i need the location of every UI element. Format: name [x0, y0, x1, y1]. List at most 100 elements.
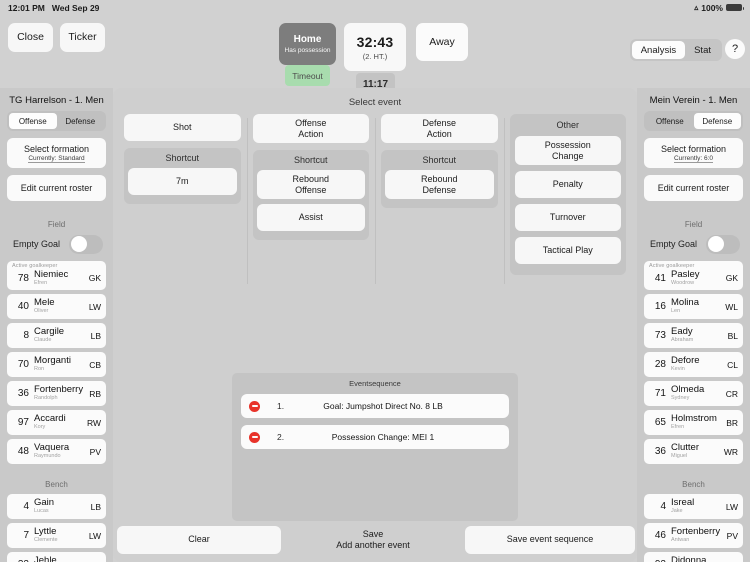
player-row[interactable]: 65 Holmstrom Efren BR [644, 410, 743, 435]
event-sequence-row[interactable]: 2. Possession Change: MEI 1 [241, 425, 509, 449]
rebound-offense-button[interactable]: Rebound Offense [256, 170, 365, 199]
turnover-button[interactable]: Turnover [514, 204, 621, 231]
event-column-offense: Offense Action Shortcut Rebound Offense … [246, 114, 376, 284]
remove-circle-icon[interactable] [249, 400, 260, 412]
right-tab-offense[interactable]: Offense [646, 113, 694, 129]
right-tab-defense[interactable]: Defense [693, 113, 741, 129]
left-edit-roster-button[interactable]: Edit current roster [7, 175, 106, 201]
player-row[interactable]: 28 Defore Kevin CL [644, 352, 743, 377]
event-sequence-list: 1. Goal: Jumpshot Direct No. 8 LB 2. Posses… [241, 394, 509, 449]
player-firstname: Efren [671, 424, 685, 431]
right-edit-roster-button[interactable]: Edit current roster [644, 175, 743, 201]
player-position: LW [88, 530, 101, 541]
defense-action-button[interactable]: Defense Action [381, 114, 498, 143]
right-empty-goal-toggle[interactable]: Empty Goal [644, 234, 743, 254]
tab-analysis[interactable]: Analysis [631, 41, 686, 59]
left-formation-label: Select formation [23, 143, 90, 154]
player-number: 97 [17, 417, 29, 428]
timeout-button[interactable]: Timeout [285, 65, 330, 86]
save-line1: Save [362, 528, 384, 539]
player-lastname: Accardi [34, 414, 66, 425]
player-row[interactable]: 36 Fortenberry Randolph RB [7, 381, 106, 406]
left-empty-goal-switch[interactable] [69, 234, 103, 254]
player-row[interactable]: 71 Olmeda Sydney CR [644, 381, 743, 406]
player-names: Molina Len [671, 298, 725, 314]
player-lastname: Holmstrom [671, 414, 717, 425]
left-side-segmented-control[interactable]: Offense Defense [7, 111, 106, 131]
player-position: WR [723, 446, 738, 457]
bottom-action-bar: Clear Save Add another event Save event … [117, 526, 635, 554]
clock-time: 32:43 [356, 33, 394, 50]
player-names: Lyttle Clemente [34, 527, 89, 543]
save-event-sequence-button[interactable]: Save event sequence [465, 526, 635, 554]
tactical-play-button[interactable]: Tactical Play [514, 237, 621, 264]
status-time: 12:01 PM [8, 2, 45, 13]
player-number: 4 [660, 501, 666, 512]
player-position: LW [725, 501, 738, 512]
player-row[interactable]: 7 Lyttle Clemente LW [7, 523, 106, 548]
away-team-button[interactable]: Away [416, 23, 468, 61]
player-row[interactable]: 46 Fortenberry Antwan PV [644, 523, 743, 548]
player-row[interactable]: 8 Cargile Claude LB [7, 323, 106, 348]
remove-circle-icon[interactable] [249, 431, 260, 443]
player-position: CR [725, 388, 738, 399]
player-firstname: Ron [34, 366, 45, 373]
player-row[interactable]: 48 Vaquera Raymundo PV [7, 439, 106, 464]
player-lastname: Pasley [671, 269, 700, 280]
player-position: LB [90, 330, 101, 341]
player-lastname: Defore [671, 356, 700, 367]
left-tab-offense[interactable]: Offense [9, 113, 57, 129]
match-clock[interactable]: 32:43 (2. HT.) [344, 23, 406, 71]
left-tab-defense[interactable]: Defense [57, 113, 105, 129]
home-team-possession-button[interactable]: Home Has possession [279, 23, 336, 65]
player-row[interactable]: 32JehleRandolphPV [7, 552, 106, 562]
clock-half: (2. HT.) [362, 51, 388, 61]
event-columns: Shot Shortcut 7m Offense Action Shortcut… [113, 114, 637, 284]
left-bench-section-label: Bench [45, 480, 68, 489]
rebound-defense-line2: Defense [422, 184, 457, 195]
right-field-player-list: 41 Pasley Woodrow GK 16 Molina Len WL 73 Eady Abra… [644, 261, 743, 464]
shortcut-7m-button[interactable]: 7m [128, 168, 237, 195]
player-lastname: Lyttle [34, 527, 57, 538]
player-number: 73 [654, 330, 666, 341]
right-field-section-label: Field [684, 220, 703, 229]
player-number: 48 [17, 446, 29, 457]
tab-stat[interactable]: Stat [685, 41, 720, 59]
player-row[interactable]: 73 Eady Abraham BL [644, 323, 743, 348]
player-number: 46 [654, 530, 666, 541]
player-number: 65 [654, 417, 666, 428]
player-row[interactable]: 40 Mele Oliver LW [7, 294, 106, 319]
save-add-another-button[interactable]: Save Add another event [287, 526, 459, 554]
player-row[interactable]: 4 Gain Lucas LB [7, 494, 106, 519]
penalty-button[interactable]: Penalty [514, 171, 621, 198]
player-row[interactable]: 92DidonnaRoryLW [644, 552, 743, 562]
player-row[interactable]: 70 Morganti Ron CB [7, 352, 106, 377]
player-position: BL [727, 330, 738, 341]
shot-button[interactable]: Shot [124, 114, 241, 141]
left-empty-goal-toggle[interactable]: Empty Goal [7, 234, 106, 254]
right-active-gk-caption: Active goalkeeper [649, 263, 695, 269]
player-row[interactable]: 97 Accardi Kory RW [7, 410, 106, 435]
right-empty-goal-switch[interactable] [706, 234, 740, 254]
view-mode-segmented-control[interactable]: Analysis Stat [629, 39, 722, 61]
left-select-formation-button[interactable]: Select formation Currently: Standard [7, 138, 106, 168]
player-lastname: Molina [671, 298, 699, 309]
player-row[interactable]: 36 Clutter Miguel WR [644, 439, 743, 464]
help-button[interactable]: ? [725, 39, 745, 59]
player-row[interactable]: 4 Isreal Jake LW [644, 494, 743, 519]
app-screen: 12:01 PM Wed Sep 29 ▵ 100% Close Ticker … [0, 0, 750, 562]
ticker-button[interactable]: Ticker [60, 23, 105, 52]
right-side-segmented-control[interactable]: Offense Defense [644, 111, 743, 131]
rebound-defense-button[interactable]: Rebound Defense [385, 170, 494, 199]
player-lastname: Cargile [34, 327, 65, 338]
event-sequence-row[interactable]: 1. Goal: Jumpshot Direct No. 8 LB [241, 394, 509, 418]
clear-button[interactable]: Clear [117, 526, 281, 554]
possession-change-button[interactable]: Possession Change [514, 136, 621, 165]
offense-action-button[interactable]: Offense Action [252, 114, 369, 143]
assist-button[interactable]: Assist [256, 204, 365, 231]
player-position: RW [86, 417, 101, 428]
close-button[interactable]: Close [8, 23, 53, 52]
offense-action-line2: Action [298, 128, 324, 139]
player-row[interactable]: 16 Molina Len WL [644, 294, 743, 319]
right-select-formation-button[interactable]: Select formation Currently: 6:0 [644, 138, 743, 168]
